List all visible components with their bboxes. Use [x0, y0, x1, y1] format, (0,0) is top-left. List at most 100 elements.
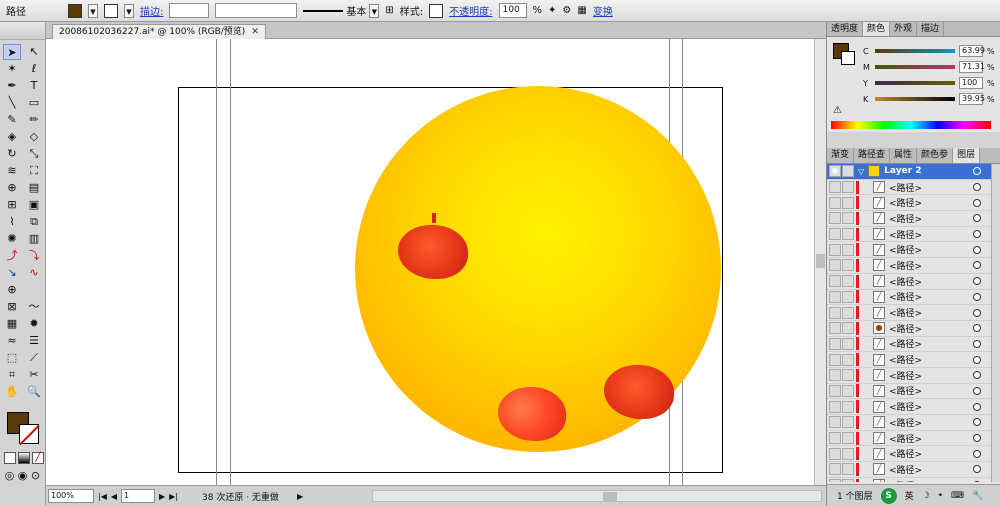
magenta-value[interactable]: 71.31	[959, 61, 985, 73]
perspective-grid-tool-icon[interactable]: ▤	[25, 180, 43, 196]
next-page-icon[interactable]: ▶	[159, 492, 165, 501]
target-icon[interactable]	[973, 277, 981, 286]
eye-toggle[interactable]	[829, 290, 841, 303]
sublayer-name[interactable]: <路径>	[889, 384, 973, 397]
sublayer-name[interactable]: <路径>	[889, 447, 973, 460]
ime-logo-icon[interactable]: S	[880, 487, 897, 504]
lock-toggle[interactable]	[842, 432, 854, 445]
sublayer-row[interactable]: ╱ <路径>	[827, 446, 991, 463]
line-tool-icon[interactable]: ╲	[3, 95, 21, 111]
path-width-tool-icon[interactable]: ↘	[3, 265, 21, 281]
fill-swatch[interactable]	[68, 3, 82, 18]
lock-toggle[interactable]	[842, 463, 854, 476]
eye-toggle[interactable]	[829, 181, 841, 194]
document-tab[interactable]: 20086102036227.ai* @ 100% (RGB/预览) ✕	[52, 24, 266, 39]
eye-toggle[interactable]	[829, 353, 841, 366]
eye-toggle[interactable]	[829, 306, 841, 319]
smooth-tool-icon[interactable]: ∿	[25, 265, 43, 281]
eye-toggle[interactable]	[829, 243, 841, 256]
target-icon[interactable]	[973, 449, 981, 458]
tab-color-guide[interactable]: 颜色参	[917, 148, 954, 163]
opacity-link[interactable]: 不透明度:	[449, 3, 492, 18]
scissors-tool-icon[interactable]: ✂	[25, 367, 43, 383]
lock-toggle[interactable]	[842, 369, 854, 382]
lasso-tool-icon[interactable]: ℓ	[25, 61, 43, 77]
sublayer-row[interactable]: ● <路径>	[827, 321, 991, 337]
stroke-link[interactable]: 描边:	[140, 3, 163, 18]
scrollbar-thumb[interactable]	[603, 492, 617, 501]
tab-color[interactable]: 颜色	[863, 22, 891, 36]
vertical-guide[interactable]	[216, 39, 217, 485]
target-icon[interactable]	[973, 418, 981, 427]
paintbrush-tool-icon[interactable]: ✎	[3, 112, 21, 128]
lock-toggle[interactable]	[842, 447, 854, 460]
stroke-style-selector[interactable]: 基本 ▼	[303, 3, 380, 18]
target-icon[interactable]	[973, 308, 981, 317]
cyan-value[interactable]: 63.99	[959, 45, 985, 57]
sublayer-name[interactable]: <路径>	[889, 400, 973, 413]
eye-toggle[interactable]	[829, 400, 841, 413]
live-paint-tool-icon[interactable]: ⬚	[3, 350, 21, 366]
target-icon[interactable]	[973, 481, 981, 482]
lock-toggle[interactable]	[842, 353, 854, 366]
sublayer-row[interactable]: ╱ <路径>	[827, 462, 991, 478]
sublayer-row[interactable]: ╱ <路径>	[827, 180, 991, 196]
eye-toggle[interactable]	[829, 447, 841, 460]
column-graph-tool-icon[interactable]: ▥	[25, 231, 43, 247]
lock-toggle[interactable]	[842, 275, 854, 288]
first-page-icon[interactable]: |◀	[98, 492, 107, 501]
lock-toggle[interactable]	[842, 416, 854, 429]
shape-builder-tool-icon[interactable]: ⊕	[3, 180, 21, 196]
transform-link[interactable]: 变换	[593, 3, 613, 18]
eye-toggle[interactable]	[829, 212, 841, 225]
lock-toggle[interactable]	[842, 228, 854, 241]
lock-toggle[interactable]	[842, 337, 854, 350]
sublayer-row[interactable]: ╱ <路径>	[827, 227, 991, 243]
layer-row[interactable]: ◉ ▽ Layer 2	[827, 164, 991, 180]
pencil-tool-icon[interactable]: ✏	[25, 112, 43, 128]
layer-name[interactable]: Layer 2	[884, 166, 973, 176]
eye-toggle[interactable]	[829, 228, 841, 241]
screen-mode-icon[interactable]: ⊙	[30, 468, 41, 482]
target-icon[interactable]	[973, 292, 981, 301]
sublayer-row[interactable]: ╱ <路径>	[827, 195, 991, 212]
sublayer-name[interactable]: <路径>	[889, 432, 973, 445]
add-anchor-tool-icon[interactable]: ⤴	[3, 248, 21, 264]
doc-setup-icon[interactable]: ⊞	[385, 5, 393, 16]
color-mode-icon[interactable]	[4, 452, 16, 464]
envelope-tool-icon[interactable]: ⊠	[3, 299, 21, 315]
target-icon[interactable]	[973, 402, 981, 411]
pen-tool-icon[interactable]: ✒	[3, 78, 21, 94]
draw-normal-icon[interactable]: ◎	[4, 468, 15, 482]
align-tool-icon[interactable]: ☰	[25, 333, 43, 349]
eye-toggle[interactable]	[829, 322, 841, 335]
sublayer-row[interactable]: ╱ <路径>	[827, 211, 991, 227]
knife-tool-icon[interactable]: ⟋	[25, 350, 43, 366]
eye-toggle[interactable]	[829, 463, 841, 476]
lock-toggle[interactable]	[842, 212, 854, 225]
eyedropper-tool-icon[interactable]: ⌇	[3, 214, 21, 230]
gradient-mode-icon[interactable]	[18, 452, 30, 464]
stroke-dropdown-icon[interactable]: ▼	[124, 3, 134, 18]
scrollbar-thumb[interactable]	[816, 254, 825, 268]
fill-dropdown-icon[interactable]: ▼	[88, 3, 98, 18]
rotate-tool-icon[interactable]: ↻	[3, 146, 21, 162]
hand-tool-icon[interactable]: ✋	[3, 384, 21, 400]
sublayer-name[interactable]: <路径>	[889, 479, 973, 483]
sublayer-name[interactable]: <路径>	[889, 353, 973, 366]
target-icon[interactable]	[973, 167, 981, 176]
sublayer-name[interactable]: <路径>	[889, 322, 973, 335]
target-icon[interactable]	[973, 355, 981, 364]
cyan-slider[interactable]	[875, 49, 955, 53]
sublayer-name[interactable]: <路径>	[889, 196, 973, 209]
target-icon[interactable]	[973, 324, 981, 333]
variable-width-field[interactable]	[215, 3, 298, 18]
recolor-icon[interactable]: ✦	[548, 5, 556, 16]
target-icon[interactable]	[973, 386, 981, 395]
target-icon[interactable]	[973, 245, 981, 254]
yellow-slider[interactable]	[875, 81, 955, 85]
black-slider[interactable]	[875, 97, 955, 101]
symbol-sprayer-tool-icon[interactable]: ✺	[3, 231, 21, 247]
sublayer-name[interactable]: <路径>	[889, 259, 973, 272]
sublayer-name[interactable]: <路径>	[889, 306, 973, 319]
